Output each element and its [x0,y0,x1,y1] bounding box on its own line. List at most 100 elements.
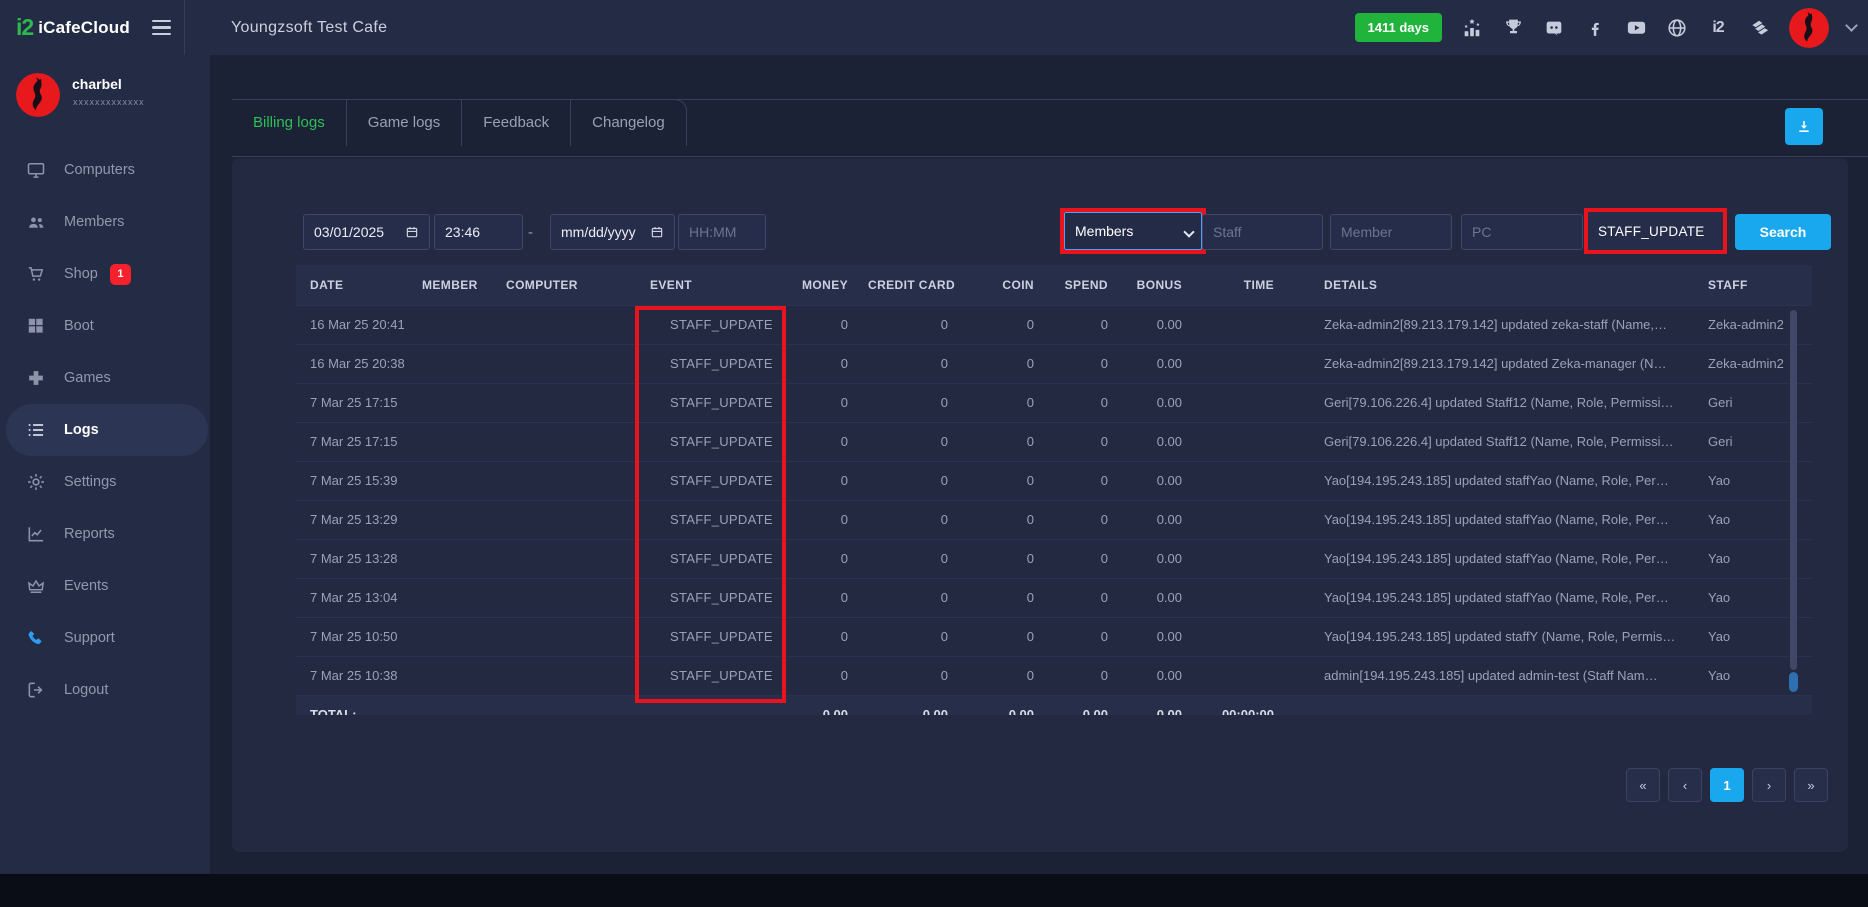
table-row: 7 Mar 25 13:04STAFF_UPDATE00000.00Yao[19… [296,578,1812,617]
cell-details: Zeka-admin2[89.213.179.142] updated Zeka… [1286,344,1700,383]
sidebar-item-support[interactable]: Support [0,612,210,664]
log-type-select[interactable]: Members [1064,212,1202,250]
cell-coin: 0 [960,383,1046,422]
cell-spend: 0 [1046,422,1120,461]
sidebar-item-computers[interactable]: Computers [0,144,210,196]
cell-member [414,656,498,695]
cell-details: Yao[194.195.243.185] updated staffYao (N… [1286,500,1700,539]
chevron-down-icon[interactable] [1845,19,1858,32]
cell-spend: 0 [1046,305,1120,344]
cell-bonus: 0.00 [1120,539,1194,578]
download-button[interactable] [1785,108,1823,145]
column-header-spend: SPEND [1046,265,1120,305]
tab-feedback[interactable]: Feedback [461,100,570,146]
cell-details: admin[194.195.243.185] updated admin-tes… [1286,656,1700,695]
logout-icon [26,680,46,700]
column-header-credit_card: CREDIT CARD [860,265,960,305]
cell-event: STAFF_UPDATE [626,344,794,383]
cell-spend: 0 [1046,656,1120,695]
cell-time [1194,344,1286,383]
cell-credit_card: 0 [860,617,960,656]
youtube-icon[interactable] [1624,16,1648,40]
cell-money: 0 [794,539,860,578]
cell-event: STAFF_UPDATE [626,539,794,578]
sidebar-item-events[interactable]: Events [0,560,210,612]
first-page-button[interactable]: « [1626,768,1660,802]
calendar-icon [650,225,664,239]
table-row: 7 Mar 25 17:15STAFF_UPDATE00000.00Geri[7… [296,383,1812,422]
cell-event: STAFF_UPDATE [626,578,794,617]
users-icon [26,212,46,232]
cell-date: 7 Mar 25 10:50 [296,617,414,656]
download-icon [1795,118,1813,136]
last-page-button[interactable]: » [1794,768,1828,802]
page-button-1[interactable]: 1 [1710,768,1744,802]
cell-date: 7 Mar 25 13:29 [296,500,414,539]
tab-billing-logs[interactable]: Billing logs [232,100,346,146]
sidebar-menu: ComputersMembersShop1BootGamesLogs Settin… [0,144,210,716]
ranking-icon[interactable] [1460,16,1484,40]
cell-spend: 0 [1046,539,1120,578]
sidebar-item-settings[interactable]: Settings [0,456,210,508]
menu-toggle-icon[interactable] [152,20,171,36]
sidebar-item-shop[interactable]: Shop1 [0,248,210,300]
sidebar-item-reports[interactable]: Reports [0,508,210,560]
sidebar-item-games[interactable]: Games [0,352,210,404]
cell-money: 0 [794,617,860,656]
sidebar-item-label: Shop [64,266,98,282]
sidebar-item-boot[interactable]: Boot [0,300,210,352]
subscription-days-badge[interactable]: 1411 days [1355,13,1442,42]
sidebar-item-logs[interactable]: Logs [6,404,208,456]
column-header-details: DETAILS [1286,265,1700,305]
table-scrollbar-thumb[interactable] [1789,672,1798,692]
sidebar-item-members[interactable]: Members [0,196,210,248]
column-header-member: MEMBER [414,265,498,305]
cell-member [414,539,498,578]
trophy-icon[interactable] [1501,16,1525,40]
cell-member [414,344,498,383]
facebook-icon[interactable] [1583,16,1607,40]
globe-icon[interactable] [1665,16,1689,40]
pagination: «‹1›» [1626,768,1828,802]
sidebar-item-label: Reports [64,526,115,542]
tab-changelog[interactable]: Changelog [570,100,686,146]
table-row: 7 Mar 25 10:50STAFF_UPDATE00000.00Yao[19… [296,617,1812,656]
cell-details: Geri[79.106.226.4] updated Staff12 (Name… [1286,383,1700,422]
end-date-input[interactable]: mm/dd/yyyy [550,214,675,250]
sidebar-item-label: Settings [64,474,116,490]
discord-icon[interactable] [1542,16,1566,40]
cell-credit_card: 0 [860,305,960,344]
cell-coin: 0 [960,578,1046,617]
icafecloud-icon[interactable]: i2 [1706,16,1730,40]
logs-table-wrap: DATEMEMBERCOMPUTEREVENTMONEYCREDIT CARDC… [296,265,1812,715]
cell-date: 7 Mar 25 17:15 [296,383,414,422]
table-scrollbar-track[interactable] [1790,310,1797,670]
layers-icon[interactable] [1747,16,1771,40]
member-filter-input[interactable]: Member [1330,214,1452,250]
table-row: 7 Mar 25 10:38STAFF_UPDATE00000.00admin[… [296,656,1812,695]
bottom-strip [0,874,1868,907]
cell-credit_card: 0 [860,344,960,383]
cell-date: 7 Mar 25 10:38 [296,656,414,695]
end-time-input[interactable]: HH:MM [678,214,766,250]
prev-page-button[interactable]: ‹ [1668,768,1702,802]
cell-coin: 0 [960,344,1046,383]
user-avatar[interactable] [1789,8,1829,48]
sidebar-item-label: Events [64,578,108,594]
sidebar: charbel xxxxxxxxxxxxx ComputersMembersSh… [0,55,210,874]
tab-game-logs[interactable]: Game logs [346,100,462,146]
start-time-input[interactable]: 23:46 [434,214,523,250]
cell-spend: 0 [1046,617,1120,656]
cell-coin: 0 [960,539,1046,578]
cell-money: 0 [794,461,860,500]
event-filter-input[interactable] [1588,212,1723,250]
next-page-button[interactable]: › [1752,768,1786,802]
sidebar-item-label: Support [64,630,115,646]
search-button[interactable]: Search [1735,214,1831,250]
cell-credit_card: 0 [860,383,960,422]
cell-computer [498,617,626,656]
pc-filter-input[interactable]: PC [1461,214,1583,250]
staff-filter-input[interactable]: Staff [1202,214,1323,250]
sidebar-item-logout[interactable]: Logout [0,664,210,716]
start-date-input[interactable]: 03/01/2025 [303,214,430,250]
